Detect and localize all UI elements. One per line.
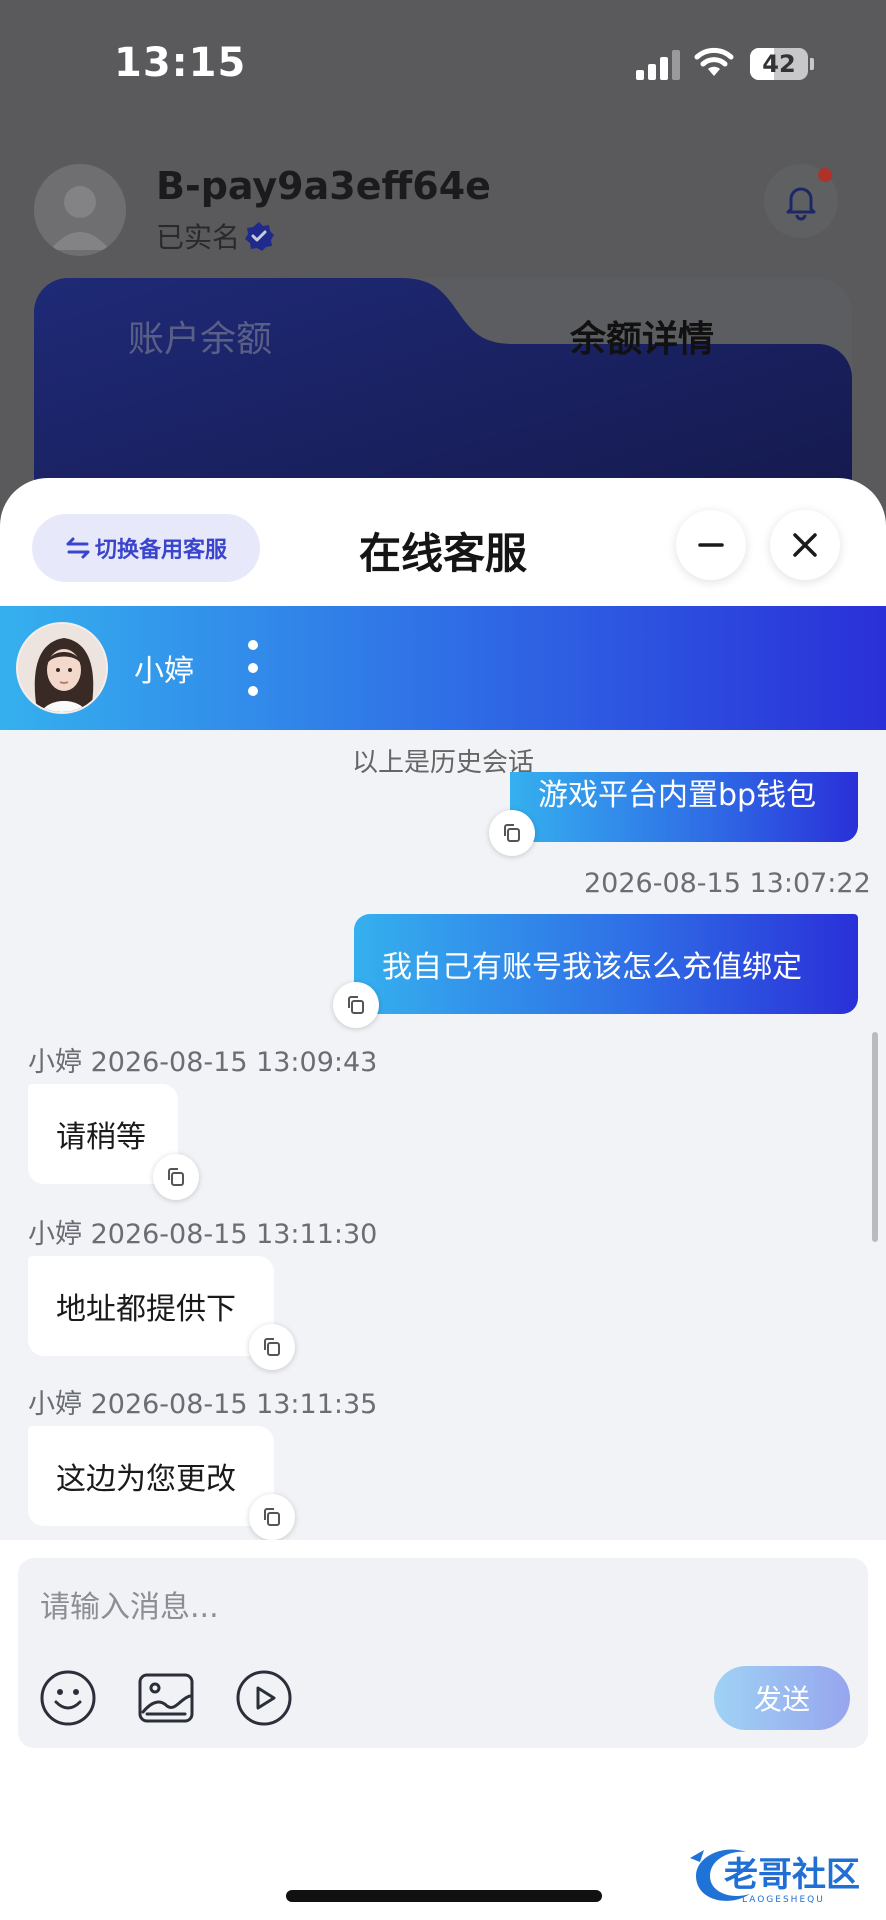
copy-button[interactable]	[489, 810, 535, 856]
battery-icon: 42	[750, 48, 814, 80]
chat-sheet: 切换备用客服 在线客服 小婷 以上是历史会话 游戏平台内置bp钱包 2026-0…	[0, 478, 886, 1920]
close-button[interactable]	[770, 510, 840, 580]
tab-account-balance[interactable]: 账户余额	[128, 310, 272, 362]
user-avatar	[34, 164, 126, 256]
minus-icon	[698, 543, 724, 547]
verified-status: 已实名	[156, 216, 275, 256]
copy-button[interactable]	[249, 1494, 295, 1540]
cellular-signal-icon	[636, 50, 680, 80]
message-header: 小婷 2026-08-15 13:09:43	[28, 1047, 378, 1078]
svg-text:老哥社区: 老哥社区	[724, 1855, 860, 1895]
agent-avatar	[16, 622, 108, 714]
agent-photo-icon	[18, 624, 106, 712]
status-bar: 13:15 42	[0, 0, 886, 130]
background-app: B-pay9a3eff64e 已实名 账户余额 余额详情	[0, 130, 886, 538]
agent-bar: 小婷	[0, 606, 886, 730]
message-text: 请稍等	[56, 1120, 146, 1155]
message-composer: 发送	[18, 1558, 868, 1748]
incoming-message[interactable]: 地址都提供下	[28, 1256, 274, 1356]
username: B-pay9a3eff64e	[156, 164, 491, 208]
message-text: 我自己有账号我该怎么充值绑定	[382, 950, 802, 985]
incoming-message[interactable]: 这边为您更改	[28, 1426, 274, 1526]
copy-button[interactable]	[153, 1154, 199, 1200]
message-text: 游戏平台内置bp钱包	[538, 778, 817, 813]
image-icon	[138, 1673, 194, 1723]
bell-icon	[786, 187, 816, 221]
message-timestamp: 2026-08-15 13:07:22	[584, 868, 871, 899]
emoji-button[interactable]	[38, 1668, 98, 1728]
smiley-icon	[40, 1670, 96, 1726]
more-options-icon[interactable]	[244, 640, 262, 696]
copy-icon	[264, 1338, 280, 1356]
copy-icon	[168, 1168, 184, 1186]
video-button[interactable]	[234, 1668, 294, 1728]
message-header: 小婷 2026-08-15 13:11:35	[28, 1389, 378, 1420]
message-header: 小婷 2026-08-15 13:11:30	[28, 1219, 378, 1250]
status-time: 13:15	[114, 40, 247, 86]
copy-button[interactable]	[249, 1324, 295, 1370]
copy-icon	[264, 1508, 280, 1526]
image-button[interactable]	[136, 1668, 196, 1728]
message-list[interactable]: 以上是历史会话 游戏平台内置bp钱包 2026-08-15 13:07:22 我…	[0, 730, 886, 1540]
outgoing-message[interactable]: 游戏平台内置bp钱包	[510, 772, 858, 842]
scrollbar[interactable]	[872, 1032, 878, 1242]
minimize-button[interactable]	[676, 510, 746, 580]
tab-balance-details[interactable]: 余额详情	[570, 310, 714, 362]
agent-name: 小婷	[134, 654, 194, 689]
message-text: 这边为您更改	[56, 1462, 236, 1497]
verified-badge-icon	[245, 222, 275, 251]
user-silhouette-icon	[50, 186, 110, 250]
wifi-icon	[694, 47, 734, 76]
chat-title: 在线客服	[358, 529, 527, 578]
battery-level: 42	[762, 50, 796, 78]
play-icon	[236, 1670, 292, 1726]
notification-button[interactable]	[764, 164, 838, 238]
send-button[interactable]: 发送	[714, 1666, 850, 1730]
watermark-logo: 老哥社区 LAOGESHEQU	[684, 1838, 874, 1908]
svg-text:LAOGESHEQU: LAOGESHEQU	[742, 1895, 825, 1905]
copy-button[interactable]	[333, 982, 379, 1028]
verified-label: 已实名	[156, 221, 241, 254]
notification-dot	[818, 168, 832, 182]
laogeshequ-logo-icon: 老哥社区 LAOGESHEQU	[690, 1849, 860, 1905]
message-text: 地址都提供下	[56, 1292, 236, 1327]
outgoing-message[interactable]: 我自己有账号我该怎么充值绑定	[354, 914, 858, 1014]
message-input[interactable]	[40, 1572, 846, 1642]
copy-icon	[348, 996, 364, 1014]
copy-icon	[504, 824, 520, 842]
home-indicator	[286, 1890, 602, 1902]
chat-header: 切换备用客服 在线客服	[0, 478, 886, 606]
close-icon	[793, 533, 817, 557]
